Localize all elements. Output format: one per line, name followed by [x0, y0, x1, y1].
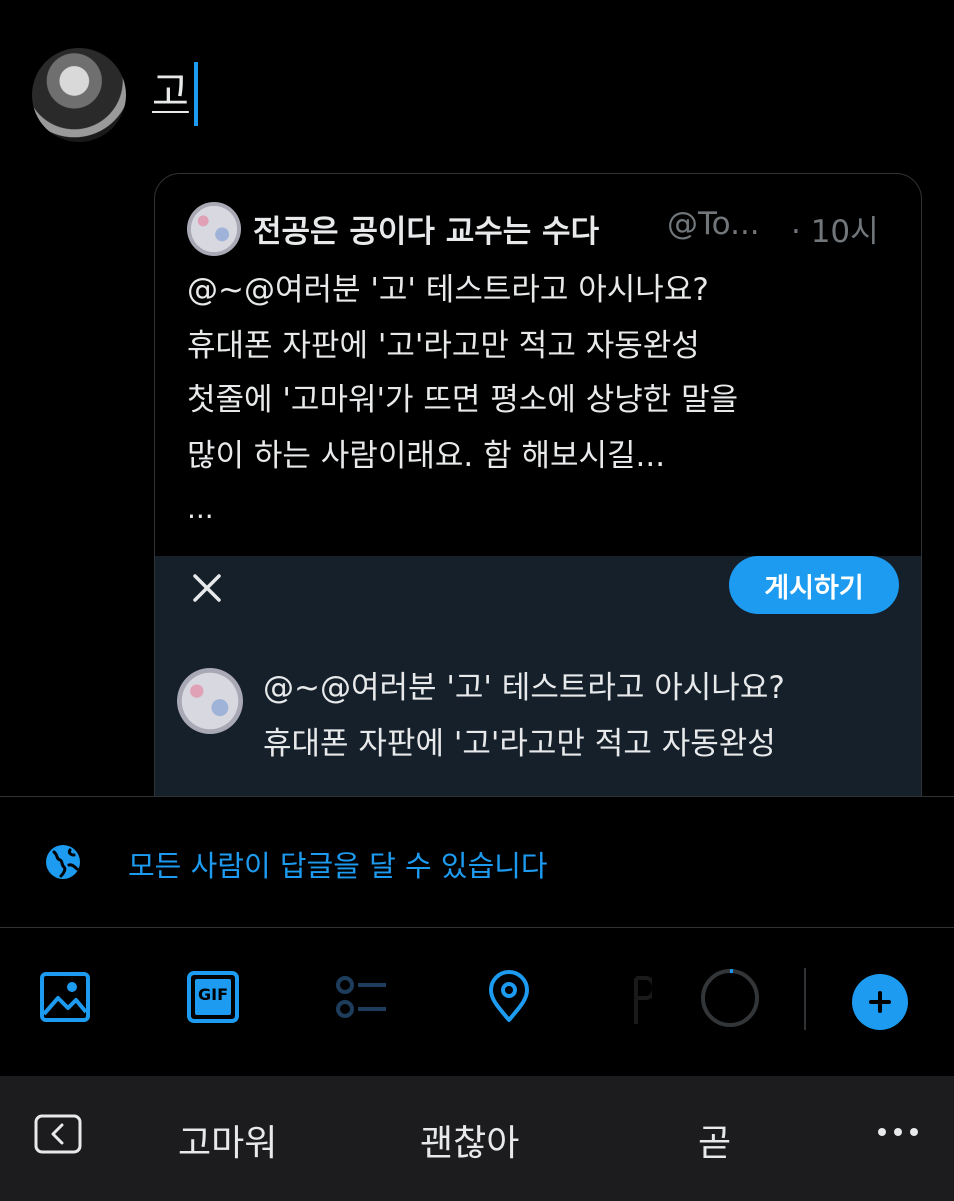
more-icon[interactable] — [876, 1122, 920, 1142]
reply-setting-label: 모든 사람이 답글을 달 수 있습니다 — [128, 849, 548, 883]
overlay-tweet-line: 휴대폰 자판에 '고'라고만 적고 자동완성 — [263, 726, 776, 762]
close-button[interactable] — [187, 568, 227, 608]
hidden-schedule-icon — [634, 974, 656, 1028]
gif-label: GIF — [197, 985, 228, 1004]
image-icon[interactable] — [38, 970, 92, 1024]
quoted-tweet-line: 휴대폰 자판에 '고'라고만 적고 자동완성 — [187, 328, 700, 364]
quoted-tweet-card[interactable]: 전공은 공이다 교수는 수다 @To... · 10시 @~@여러분 '고' 테… — [154, 173, 922, 875]
location-icon[interactable] — [482, 970, 536, 1024]
quoted-author-avatar — [187, 202, 241, 256]
schedule-icon — [634, 976, 656, 1024]
quoted-tweet-line: @~@여러분 '고' 테스트라고 아시나요? — [187, 272, 709, 308]
toolbar-divider — [804, 968, 806, 1030]
keyboard-suggestion-bar: 고마워 괜찮아 곧 — [0, 1076, 954, 1201]
plus-icon — [869, 991, 891, 1013]
progress-ring-icon — [701, 969, 759, 1027]
add-thread-button[interactable] — [852, 974, 908, 1030]
quoted-author-name: 전공은 공이다 교수는 수다 — [253, 214, 600, 250]
compose-bottom-panel: 모든 사람이 답글을 달 수 있습니다 GIF 고마워 괜찮아 곧 — [0, 796, 954, 1201]
poll-icon[interactable] — [334, 970, 388, 1024]
quoted-tweet-line: 많이 하는 사람이래요. 함 해보시길... — [187, 438, 666, 474]
globe-icon — [46, 845, 80, 879]
quoted-author-handle: @To... — [667, 206, 760, 242]
close-icon — [193, 574, 221, 602]
quoted-tweet-time: · 10시 — [791, 214, 879, 250]
reply-setting[interactable]: 모든 사람이 답글을 달 수 있습니다 — [0, 797, 954, 928]
post-button[interactable]: 게시하기 — [729, 556, 899, 614]
quoted-tweet-line: 첫줄에 '고마워'가 뜨면 평소에 상냥한 말을 — [187, 382, 739, 418]
quoted-author-avatar — [177, 668, 243, 734]
user-avatar[interactable] — [32, 48, 126, 142]
gif-icon[interactable]: GIF — [186, 970, 240, 1024]
compose-toolbar: GIF — [0, 928, 954, 1076]
quoted-tweet-more: ... — [187, 492, 214, 525]
overlay-tweet-line: @~@여러분 '고' 테스트라고 아시나요? — [263, 670, 785, 706]
suggestion-word[interactable]: 곧 — [698, 1114, 731, 1166]
keyboard-back-icon[interactable] — [34, 1114, 82, 1154]
compose-input[interactable]: 고 — [152, 62, 189, 122]
suggestion-word[interactable]: 괜찮아 — [420, 1114, 519, 1166]
suggestion-word[interactable]: 고마워 — [178, 1114, 277, 1166]
text-caret — [194, 62, 198, 126]
